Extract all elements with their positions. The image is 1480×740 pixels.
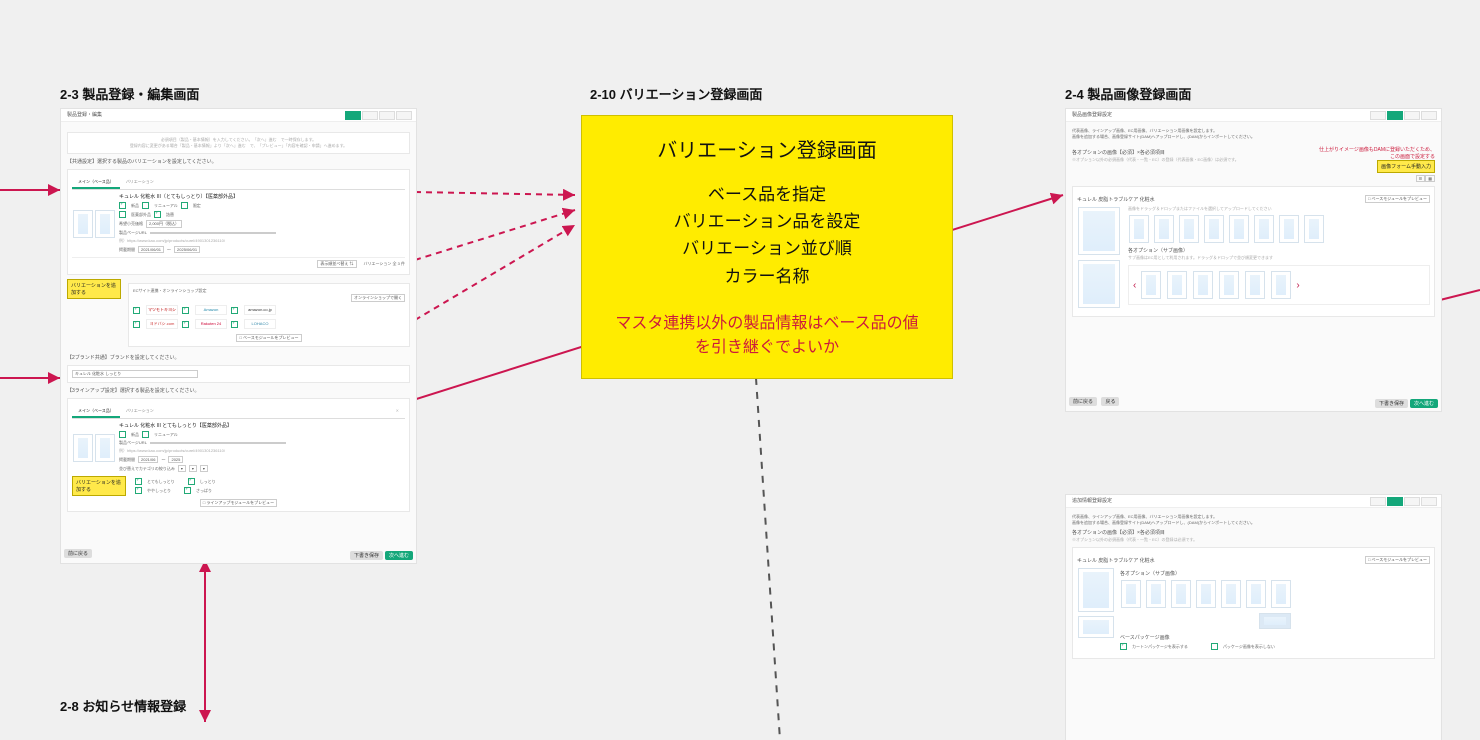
ec-open-button[interactable]: オンラインショップで開く (351, 294, 405, 302)
variant-tabs[interactable]: メイン（ベース品）バリエーション (72, 177, 405, 190)
ec-link-panel: ECサイト連携・オンラインショップ設定 オンラインショップで開く マツモトキヨシ… (128, 283, 410, 347)
variant-panel-1: メイン（ベース品）バリエーション キュレル 化粧水 III（とてもしっとり）【医… (67, 169, 410, 275)
arrange-button[interactable]: 表示順並べ替え ⇅ (317, 260, 356, 268)
section-title-2: 【2ブランド共通】ブランドを設定してください。 (67, 354, 410, 361)
back-button[interactable]: 前に戻る (64, 549, 92, 558)
add-variation-button[interactable]: バリエーションを追加する (67, 279, 121, 299)
carousel-next-icon[interactable]: › (1296, 280, 1299, 291)
annotation-card-2-10: バリエーション登録画面 ベース品を指定 バリエーション品を設定 バリエーション並… (581, 115, 953, 379)
section-label-2-3: 2-3 製品登録・編集画面 (60, 84, 199, 103)
preview-button[interactable]: □ ベースモジュールをプレビュー (1365, 195, 1430, 203)
preview-button[interactable]: □ ベースモジュールをプレビュー (1365, 556, 1430, 564)
image-form-note: 画像フォーム手動入力 (1377, 160, 1435, 173)
mock-title: 製品画像登録設定 (1072, 111, 1112, 118)
close-icon[interactable]: ✕ (390, 406, 405, 418)
section-label-2-10: 2-10 バリエーション登録画面 (590, 84, 762, 103)
section-label-2-8: 2-8 お知らせ情報登録 (60, 696, 186, 715)
mock-title: 追加情報登録設定 (1072, 497, 1112, 504)
mock-title: 製品登録・編集 (67, 111, 102, 118)
lineup-panel: メイン（ベース品）バリエーション✕ キュレル 化粧水 III とてもしっとり【医… (67, 398, 410, 512)
prev-button[interactable]: 戻る (1101, 397, 1119, 406)
mock-screen-2-3: 製品登録・編集 必須項目（製品・基本情報）を入力してください。「次へ」進む で一… (60, 108, 417, 564)
back-button[interactable]: 前に戻る (1069, 397, 1097, 406)
draft-button[interactable]: 下書き保存 (1375, 399, 1408, 408)
add-variation-button-2[interactable]: バリエーションを追加する (72, 476, 126, 496)
product-name: キュレル 化粧水 III（とてもしっとり）【医薬部外品】 (119, 193, 405, 200)
main-image-thumb[interactable] (1078, 207, 1120, 255)
brand-select-panel: キュレル 化粧水 しっとり (67, 365, 410, 383)
draft-button[interactable]: 下書き保存 (350, 551, 383, 560)
section-title-3: 【3ラインアップ設定】選択する製品を設定してください。 (67, 387, 410, 394)
warning-note-1: 仕上がりイメージ画像もDAMに登録いただくため、 (1319, 146, 1435, 153)
preview-button-2[interactable]: □ ラインアップモジュールをプレビュー (200, 499, 277, 507)
mock-screen-2-4: 製品画像登録設定 代表画像、ラインアップ画像、EC用画像、バリエーション用画像を… (1065, 108, 1442, 412)
select-input[interactable]: ▾ (178, 465, 186, 472)
mock-screen-extra: 追加情報登録設定 代表画像、ラインアップ画像、EC用画像、バリエーション用画像を… (1065, 494, 1442, 740)
preview-button[interactable]: □ ベースモジュールをプレビュー (236, 334, 301, 342)
next-button[interactable]: 次へ進む (385, 551, 413, 560)
diagram-canvas: 2-3 製品登録・編集画面 2-10 バリエーション登録画面 2-4 製品画像登… (0, 0, 1480, 740)
progress-stepper (345, 111, 412, 120)
intro-panel: 必須項目（製品・基本情報）を入力してください。「次へ」進む で一時保存します。 … (67, 132, 410, 154)
next-button[interactable]: 次へ進む (1410, 399, 1438, 408)
image-carousel[interactable]: ‹ › (1128, 265, 1430, 305)
image-grid-panel: キュレル 皮脂トラブルケア 化粧水□ ベースモジュールをプレビュー 画像をドラッ… (1072, 186, 1435, 317)
annotation-title: バリエーション登録画面 (602, 134, 932, 163)
brand-select[interactable]: キュレル 化粧水 しっとり (72, 370, 198, 378)
section-title: 【共通設定】選択する製品のバリエーションを設定してください。 (67, 158, 410, 165)
warning-note-2: この画面で設定する (1319, 153, 1435, 160)
sub-image-thumb[interactable] (1078, 260, 1120, 308)
mock-header: 製品登録・編集 (61, 109, 416, 122)
product-thumbs (72, 209, 116, 240)
carousel-prev-icon[interactable]: ‹ (1133, 280, 1136, 291)
section-label-2-4: 2-4 製品画像登録画面 (1065, 84, 1191, 103)
annotation-question: マスタ連携以外の製品情報はベース品の値を引き継ぐでよいか (602, 312, 932, 360)
